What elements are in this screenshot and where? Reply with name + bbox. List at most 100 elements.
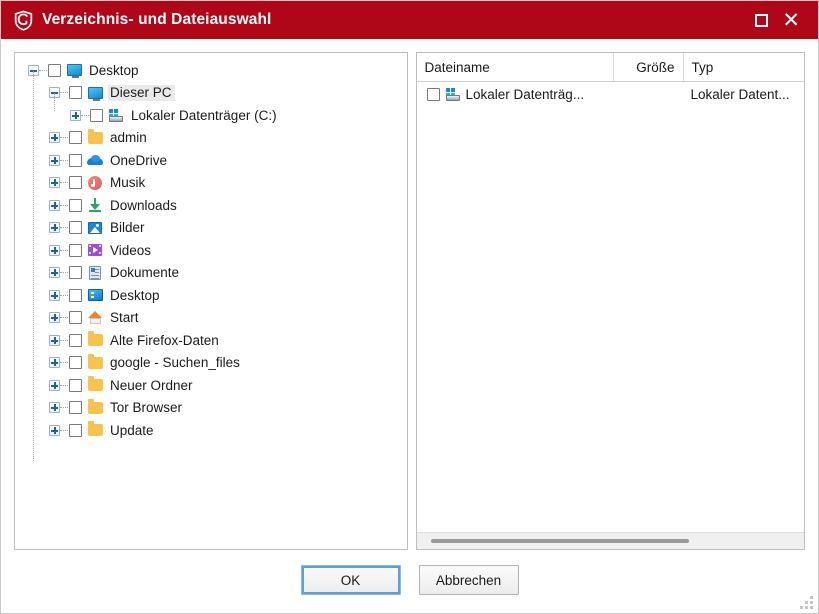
folder-icon bbox=[87, 332, 103, 348]
tree-item[interactable]: Downloads bbox=[15, 194, 407, 217]
tree-item-label: Alte Firefox-Daten bbox=[108, 333, 222, 349]
tree-item[interactable]: admin bbox=[15, 127, 407, 150]
monitor-icon bbox=[66, 62, 82, 78]
folder-icon bbox=[87, 355, 103, 371]
tree-connector bbox=[60, 227, 68, 228]
tree-item[interactable]: Lokaler Datenträger (C:) bbox=[15, 104, 407, 127]
window-title: Verzeichnis- und Dateiauswahl bbox=[42, 11, 271, 29]
tree-item-label: Tor Browser bbox=[108, 400, 185, 416]
expand-icon[interactable] bbox=[49, 155, 60, 166]
tree-connector bbox=[60, 182, 68, 183]
tree-item-label: OneDrive bbox=[108, 153, 170, 169]
expand-icon[interactable] bbox=[49, 267, 60, 278]
tree-item-checkbox[interactable] bbox=[69, 334, 82, 347]
column-header-name[interactable]: Dateiname bbox=[417, 53, 613, 81]
tree-item-checkbox[interactable] bbox=[69, 154, 82, 167]
tree-item[interactable]: google - Suchen_files bbox=[15, 352, 407, 375]
expand-icon[interactable] bbox=[49, 177, 60, 188]
file-list-body[interactable]: Lokaler Datenträg...Lokaler Datent... bbox=[417, 82, 805, 532]
tree-item-checkbox[interactable] bbox=[69, 379, 82, 392]
documents-icon bbox=[87, 265, 103, 281]
expand-icon[interactable] bbox=[70, 110, 81, 121]
monitor-icon bbox=[87, 85, 103, 101]
tree-item-checkbox[interactable] bbox=[69, 289, 82, 302]
tree-item-checkbox[interactable] bbox=[69, 176, 82, 189]
expand-icon[interactable] bbox=[49, 312, 60, 323]
tree-item[interactable]: Update bbox=[15, 419, 407, 442]
horizontal-scrollbar[interactable] bbox=[417, 532, 805, 549]
tree-item[interactable]: Dokumente bbox=[15, 262, 407, 285]
file-type-cell: Lokaler Datent... bbox=[683, 87, 805, 102]
scrollbar-thumb[interactable] bbox=[431, 539, 690, 543]
tree-item[interactable]: Musik bbox=[15, 172, 407, 195]
column-header-size[interactable]: Größe bbox=[613, 53, 683, 81]
pictures-icon bbox=[87, 220, 103, 236]
tree-item-checkbox[interactable] bbox=[69, 221, 82, 234]
tree-item-checkbox[interactable] bbox=[69, 311, 82, 324]
ok-button[interactable]: OK bbox=[301, 565, 401, 595]
tree-item-label: Neuer Ordner bbox=[108, 378, 196, 394]
expand-icon[interactable] bbox=[49, 335, 60, 346]
tree-connector bbox=[60, 385, 68, 386]
tree-item-checkbox[interactable] bbox=[69, 266, 82, 279]
tree-item-checkbox[interactable] bbox=[69, 356, 82, 369]
tree-connector bbox=[60, 160, 68, 161]
directory-tree[interactable]: Desktop Dieser PC Lokaler Datenträger (C:)… bbox=[15, 53, 407, 442]
tree-item[interactable]: Neuer Ordner bbox=[15, 374, 407, 397]
close-button[interactable]: ✕ bbox=[782, 10, 800, 31]
tree-guide-line bbox=[33, 71, 34, 461]
expand-icon[interactable] bbox=[49, 222, 60, 233]
tree-item[interactable]: Alte Firefox-Daten bbox=[15, 329, 407, 352]
tree-item-checkbox[interactable] bbox=[69, 131, 82, 144]
maximize-button[interactable] bbox=[755, 14, 768, 27]
title-bar: Verzeichnis- und Dateiauswahl ✕ bbox=[1, 1, 818, 39]
tree-item[interactable]: Desktop bbox=[15, 284, 407, 307]
tree-item-checkbox[interactable] bbox=[69, 199, 82, 212]
file-list-header: Dateiname Größe Typ bbox=[417, 53, 805, 82]
tree-item[interactable]: OneDrive bbox=[15, 149, 407, 172]
tree-connector bbox=[60, 407, 68, 408]
tree-item-checkbox[interactable] bbox=[69, 401, 82, 414]
tree-connector bbox=[60, 295, 68, 296]
tree-item-label: google - Suchen_files bbox=[108, 355, 243, 371]
tree-item[interactable]: Videos bbox=[15, 239, 407, 262]
download-icon bbox=[87, 197, 103, 213]
file-list-panel[interactable]: Dateiname Größe Typ Lokaler Datenträg...… bbox=[416, 52, 806, 550]
resize-grip-icon[interactable] bbox=[799, 595, 813, 609]
tree-item[interactable]: Dieser PC bbox=[15, 82, 407, 105]
tree-item[interactable]: Tor Browser bbox=[15, 397, 407, 420]
tree-item-checkbox[interactable] bbox=[90, 109, 103, 122]
file-row-checkbox[interactable] bbox=[427, 88, 440, 101]
tree-item-checkbox[interactable] bbox=[69, 244, 82, 257]
column-header-type[interactable]: Typ bbox=[683, 53, 805, 81]
home-icon bbox=[87, 310, 103, 326]
expand-icon[interactable] bbox=[49, 380, 60, 391]
tree-connector bbox=[60, 362, 68, 363]
tree-item-checkbox[interactable] bbox=[69, 424, 82, 437]
cancel-button[interactable]: Abbrechen bbox=[419, 565, 519, 595]
tree-item[interactable]: Start bbox=[15, 307, 407, 330]
directory-tree-panel[interactable]: Desktop Dieser PC Lokaler Datenträger (C:)… bbox=[14, 52, 408, 550]
tree-item-label: admin bbox=[108, 130, 150, 146]
tree-item-label: Videos bbox=[108, 243, 154, 259]
music-icon bbox=[87, 175, 103, 191]
tree-item-label: Dokumente bbox=[108, 265, 182, 281]
tree-item[interactable]: Bilder bbox=[15, 217, 407, 240]
tree-connector bbox=[39, 70, 47, 71]
expand-icon[interactable] bbox=[49, 357, 60, 368]
expand-icon[interactable] bbox=[49, 245, 60, 256]
expand-icon[interactable] bbox=[49, 402, 60, 413]
tree-item-checkbox[interactable] bbox=[48, 64, 61, 77]
expand-icon[interactable] bbox=[49, 200, 60, 211]
tree-item[interactable]: Desktop bbox=[15, 59, 407, 82]
tree-item-checkbox[interactable] bbox=[69, 86, 82, 99]
file-list-row[interactable]: Lokaler Datenträg...Lokaler Datent... bbox=[417, 82, 805, 106]
expand-icon[interactable] bbox=[49, 425, 60, 436]
expand-icon[interactable] bbox=[49, 132, 60, 143]
desktop-icon bbox=[87, 287, 103, 303]
tree-item-label: Musik bbox=[108, 175, 148, 191]
tree-item-label: Dieser PC bbox=[108, 85, 175, 101]
expand-icon[interactable] bbox=[49, 290, 60, 301]
tree-connector bbox=[60, 340, 68, 341]
maximize-icon bbox=[755, 14, 768, 27]
